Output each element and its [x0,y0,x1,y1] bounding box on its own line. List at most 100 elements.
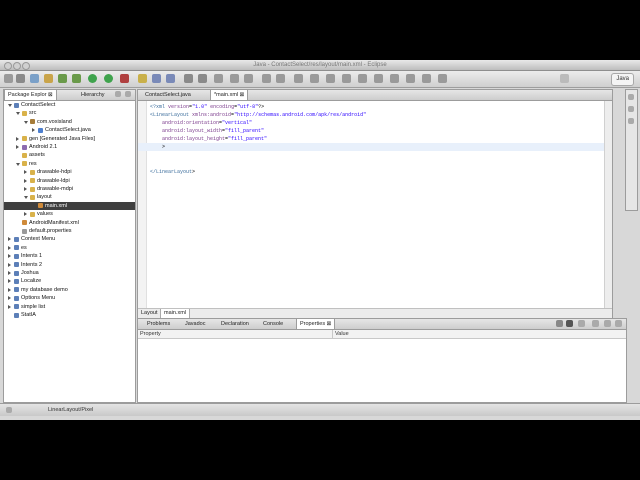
tab-hierarchy[interactable]: Hierarchy [78,90,108,100]
column-property[interactable]: Property [140,330,161,338]
tree-item[interactable]: Android 2.1 [4,143,135,151]
tree-item[interactable]: drawable-ldpi [4,177,135,185]
collapsed-twisty-icon[interactable] [24,187,27,191]
tab-layout-view[interactable]: Layout [138,309,161,318]
layout-icon[interactable] [326,74,335,83]
collapsed-twisty-icon[interactable] [16,145,19,149]
tab-properties[interactable]: Properties ⊠ [296,319,336,329]
collapsed-twisty-icon[interactable] [8,254,11,259]
task-list-icon[interactable] [628,118,634,124]
next-annotation-icon[interactable] [230,74,239,83]
format-icon[interactable] [342,74,351,83]
avd-manager-icon[interactable] [72,74,81,83]
tree-item[interactable]: Joshua [4,269,135,277]
save-icon[interactable] [16,74,25,83]
collapse-all-icon[interactable] [115,91,121,97]
collapsed-twisty-icon[interactable] [24,170,27,175]
tree-item[interactable]: com.voxisland [4,118,135,126]
tab-console[interactable]: Console [260,319,286,329]
collapsed-twisty-icon[interactable] [8,287,11,292]
forward-icon[interactable] [276,74,285,83]
tree-item[interactable]: drawable-mdpi [4,185,135,193]
restore-default-icon[interactable] [578,320,585,327]
android-sdk-icon[interactable] [58,74,67,83]
expanded-twisty-icon[interactable] [16,162,20,166]
code-area[interactable]: <?xml version="1.0" encoding="utf-8"?> <L… [150,103,600,176]
expanded-twisty-icon[interactable] [24,120,28,124]
show-categories-icon[interactable] [556,320,563,327]
tree-item[interactable]: layout [4,193,135,201]
minimize-view-icon[interactable] [604,320,611,327]
tree-item[interactable]: Intents 1 [4,252,135,260]
collapsed-twisty-icon[interactable] [8,262,11,267]
search-icon[interactable] [198,74,207,83]
tree-item[interactable]: ContactSelect.java [4,126,135,134]
view-menu-icon[interactable] [592,320,599,327]
fast-view-icon[interactable] [6,407,12,413]
new-icon[interactable] [4,74,13,83]
tab-main-xml[interactable]: *main.xml ⊠ [210,90,249,100]
tree-item[interactable]: StatIA [4,311,135,319]
tree-item[interactable]: default.properties [4,227,135,235]
link-with-editor-icon[interactable] [125,91,131,97]
tree-item[interactable]: AndroidManifest.xml [4,219,135,227]
refresh-icon[interactable] [422,74,431,83]
collapsed-twisty-icon[interactable] [8,304,11,309]
new-package-icon[interactable] [152,74,161,83]
tab-javadoc[interactable]: Javadoc [182,319,209,329]
tree-item[interactable]: Context Menu [4,235,135,243]
run-icon[interactable] [104,74,113,83]
expanded-twisty-icon[interactable] [8,104,12,107]
tree-item[interactable]: res [4,160,135,168]
values-icon[interactable] [374,74,383,83]
collapsed-twisty-icon[interactable] [8,245,11,250]
tree-item[interactable]: src [4,109,135,117]
tab-problems[interactable]: Problems [144,319,173,329]
tree-item[interactable]: Localize [4,277,135,285]
tab-xml-source-view[interactable]: main.xml [160,309,191,318]
toggle-mark-occurrences-icon[interactable] [214,74,223,83]
external-tools-icon[interactable] [120,74,129,83]
show-advanced-icon[interactable] [566,320,573,327]
menu-icon[interactable] [390,74,399,83]
restore-icon[interactable] [628,94,634,100]
expanded-twisty-icon[interactable] [16,112,20,116]
java-perspective-button[interactable]: Java [611,73,634,86]
collapsed-twisty-icon[interactable] [32,128,35,133]
collapsed-twisty-icon[interactable] [8,271,11,275]
pin-editor-icon[interactable] [294,74,303,83]
collapsed-twisty-icon[interactable] [8,237,11,242]
tree-item[interactable]: gen [Generated Java Files] [4,135,135,143]
new-class-icon[interactable] [166,74,175,83]
collapsed-twisty-icon[interactable] [24,178,27,183]
build-icon[interactable] [44,74,53,83]
string-icon[interactable] [358,74,367,83]
tree-item[interactable]: values [4,210,135,218]
help-icon[interactable] [438,74,447,83]
tree-item[interactable]: my database demo [4,286,135,294]
tree-item[interactable]: Options Menu [4,294,135,302]
collapsed-twisty-icon[interactable] [8,279,11,284]
tree-item[interactable]: drawable-hdpi [4,168,135,176]
debug-icon[interactable] [88,74,97,83]
collapsed-twisty-icon[interactable] [24,212,27,217]
tab-contactselect-java[interactable]: ContactSelect.java [142,90,194,100]
collapsed-twisty-icon[interactable] [16,136,19,141]
tab-declaration[interactable]: Declaration [218,319,252,329]
new-java-project-icon[interactable] [138,74,147,83]
expanded-twisty-icon[interactable] [24,196,28,200]
tree-item[interactable]: Intents 2 [4,261,135,269]
open-type-icon[interactable] [184,74,193,83]
preferences-icon[interactable] [406,74,415,83]
tree-item[interactable]: simple list [4,303,135,311]
maximize-view-icon[interactable] [615,320,622,327]
tree-item[interactable]: assets [4,151,135,159]
tree-item[interactable]: main.xml [4,201,135,211]
open-perspective-icon[interactable] [560,74,569,83]
outline-icon[interactable] [628,106,634,112]
print-icon[interactable] [30,74,39,83]
collapsed-twisty-icon[interactable] [8,296,11,301]
tree-item[interactable]: ContactSelect [4,101,135,109]
previous-annotation-icon[interactable] [244,74,253,83]
tree-item[interactable]: es [4,244,135,252]
